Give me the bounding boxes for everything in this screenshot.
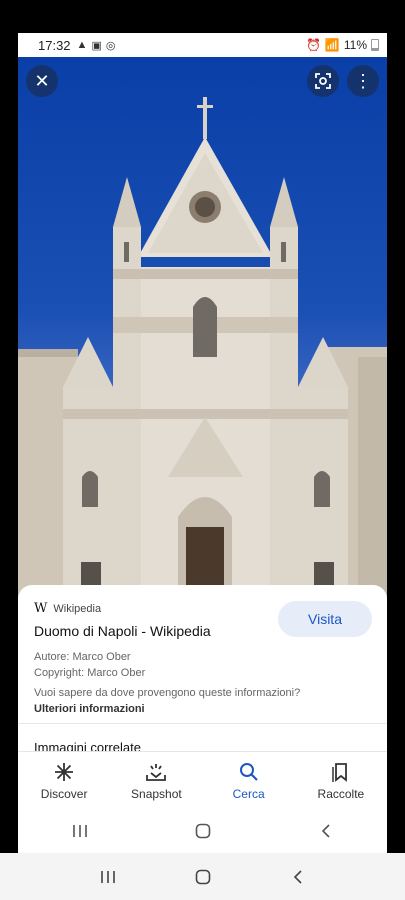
home-icon — [195, 823, 210, 839]
tab-label: Discover — [40, 786, 88, 801]
home-button[interactable] — [188, 862, 218, 892]
recent-apps-icon — [100, 870, 115, 883]
home-icon — [195, 869, 210, 884]
image-icon: ▣ — [91, 39, 102, 52]
divider — [18, 723, 387, 724]
tab-raccolte[interactable]: Raccolte — [295, 752, 387, 809]
tab-cerca[interactable]: Cerca — [203, 752, 295, 809]
alert-icon: ▲ — [76, 39, 88, 51]
close-button[interactable]: ✕ — [26, 65, 58, 97]
bottom-tab-bar: Discover Snapshot Cerca Raccolte — [18, 751, 387, 809]
phone-screen: 17:32 ▲ ▣ ◎ ⏰ 📶 11% ✕ ⋮ W Wikipedia Duom… — [18, 33, 387, 853]
back-button[interactable] — [283, 862, 313, 892]
wikipedia-icon: W — [34, 601, 48, 616]
system-nav-bar-inner — [18, 809, 387, 853]
result-image[interactable]: ✕ ⋮ — [18, 57, 387, 617]
bookmark-icon — [332, 762, 347, 782]
visit-button[interactable]: Visita — [278, 601, 372, 637]
home-button[interactable] — [188, 816, 218, 846]
tab-label: Cerca — [232, 786, 265, 801]
snapshot-icon — [146, 763, 167, 781]
more-vert-icon: ⋮ — [354, 70, 372, 91]
lens-icon — [315, 73, 331, 89]
battery-icon — [371, 39, 379, 51]
more-options-button[interactable]: ⋮ — [347, 65, 379, 97]
tab-label: Snapshot — [131, 786, 182, 801]
source-name: Wikipedia — [53, 602, 102, 615]
messenger-icon: ◎ — [105, 39, 116, 52]
source-question: Vuoi sapere da dove provengono queste in… — [34, 687, 301, 699]
tab-label: Raccolte — [317, 786, 365, 801]
status-time: 17:32 — [38, 37, 71, 53]
status-bar: 17:32 ▲ ▣ ◎ ⏰ 📶 11% — [18, 33, 387, 57]
screen: 17:32 ▲ ▣ ◎ ⏰ 📶 11% ✕ ⋮ W Wikipedia Duom… — [0, 0, 405, 900]
close-icon: ✕ — [34, 70, 50, 91]
status-right: ⏰ 📶 11% — [306, 38, 379, 52]
back-button[interactable] — [311, 816, 341, 846]
asterisk-icon — [55, 762, 74, 781]
wifi-icon: 📶 — [324, 38, 340, 52]
recent-apps-button[interactable] — [93, 862, 123, 892]
tab-discover[interactable]: Discover — [18, 752, 110, 809]
source-row: W Wikipedia — [34, 601, 101, 616]
back-icon — [321, 824, 330, 838]
system-nav-bar-outer — [0, 853, 405, 900]
result-title[interactable]: Duomo di Napoli - Wikipedia — [34, 623, 211, 639]
copyright-text: Copyright: Marco Ober — [34, 667, 146, 679]
recent-apps-button[interactable] — [65, 816, 95, 846]
battery-percent: 11% — [343, 38, 367, 52]
back-icon — [293, 869, 302, 884]
tab-snapshot[interactable]: Snapshot — [110, 752, 202, 809]
search-icon — [239, 762, 258, 781]
recent-apps-icon — [72, 825, 87, 837]
author-text: Autore: Marco Ober — [34, 651, 131, 663]
alarm-icon: ⏰ — [305, 38, 321, 52]
lens-button[interactable] — [307, 65, 339, 97]
cathedral-illustration — [18, 97, 387, 617]
more-info-link[interactable]: Ulteriori informazioni — [34, 703, 145, 715]
